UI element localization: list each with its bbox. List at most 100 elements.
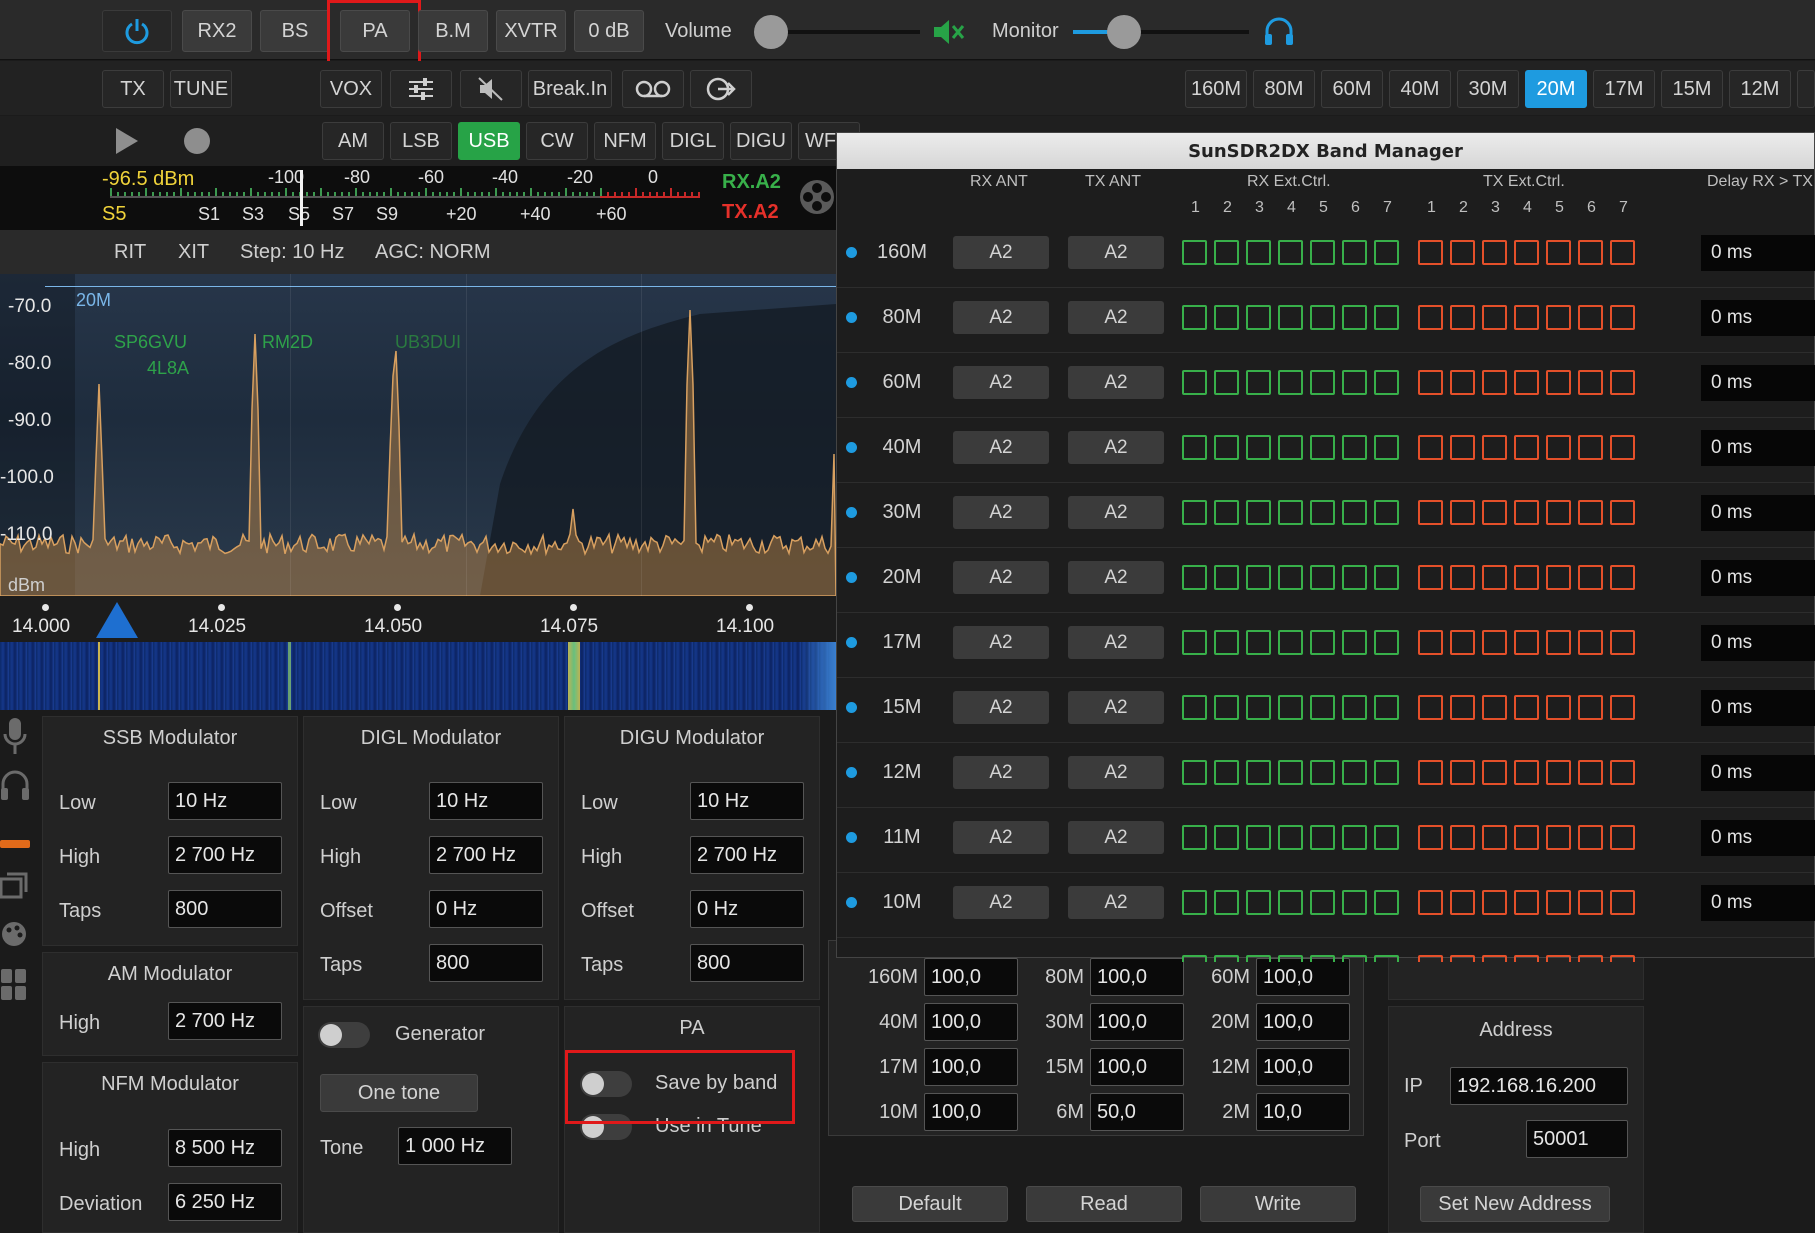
tx-ext-ctrl-checkbox[interactable]	[1514, 955, 1539, 962]
band-button-17m[interactable]: 17M	[1593, 70, 1655, 108]
set-new-address-button[interactable]: Set New Address	[1420, 1186, 1610, 1222]
nfm-deviation-input[interactable]: 6 250 Hz	[168, 1183, 282, 1221]
rx-ext-ctrl-checkbox[interactable]	[1214, 435, 1239, 460]
tx-ext-ctrl-checkbox[interactable]	[1514, 695, 1539, 720]
rx-ext-ctrl-checkbox[interactable]	[1214, 630, 1239, 655]
rx-ext-ctrl-checkbox[interactable]	[1182, 695, 1207, 720]
rx-antenna-selector[interactable]: A2	[953, 756, 1049, 789]
tx-ext-ctrl-checkbox[interactable]	[1610, 500, 1635, 525]
speaker-muted-icon[interactable]	[932, 18, 966, 46]
tx-ext-ctrl-checkbox[interactable]	[1578, 695, 1603, 720]
band-enabled-indicator[interactable]	[846, 507, 857, 518]
grid-icon[interactable]	[0, 968, 28, 1002]
tx-ext-ctrl-checkbox[interactable]	[1610, 240, 1635, 265]
power-value-input[interactable]: 10,0	[1256, 1093, 1350, 1131]
tx-ext-ctrl-checkbox[interactable]	[1610, 565, 1635, 590]
spot-rm2d[interactable]: RM2D	[262, 332, 313, 353]
delay-input[interactable]: 0 ms	[1701, 560, 1815, 596]
tx-ext-ctrl-checkbox[interactable]	[1546, 240, 1571, 265]
tx-ext-ctrl-checkbox[interactable]	[1546, 695, 1571, 720]
rx-ext-ctrl-checkbox[interactable]	[1182, 500, 1207, 525]
tx-ext-ctrl-checkbox[interactable]	[1482, 305, 1507, 330]
tx-ext-ctrl-checkbox[interactable]	[1450, 435, 1475, 460]
tx-ext-ctrl-checkbox[interactable]	[1418, 760, 1443, 785]
band-enabled-indicator[interactable]	[846, 637, 857, 648]
rx-antenna-selector[interactable]: A2	[953, 886, 1049, 919]
rx-ext-ctrl-checkbox[interactable]	[1246, 890, 1271, 915]
tx-ext-ctrl-checkbox[interactable]	[1514, 630, 1539, 655]
rx-ext-ctrl-checkbox[interactable]	[1374, 565, 1399, 590]
tx-ext-ctrl-checkbox[interactable]	[1418, 695, 1443, 720]
rx-ext-ctrl-checkbox[interactable]	[1374, 760, 1399, 785]
mute-button[interactable]	[460, 70, 522, 108]
xvtr-button[interactable]: XVTR	[496, 10, 566, 52]
rx-antenna-selector[interactable]: A2	[953, 366, 1049, 399]
digl-taps-input[interactable]: 800	[429, 944, 543, 982]
rx-ext-ctrl-checkbox[interactable]	[1214, 760, 1239, 785]
rx-ext-ctrl-checkbox[interactable]	[1374, 370, 1399, 395]
tx-ext-ctrl-checkbox[interactable]	[1610, 305, 1635, 330]
tx-ext-ctrl-checkbox[interactable]	[1514, 240, 1539, 265]
tx-ext-ctrl-checkbox[interactable]	[1482, 825, 1507, 850]
rx-antenna-selector[interactable]: A2	[953, 821, 1049, 854]
spot-4l8a[interactable]: 4L8A	[147, 358, 189, 379]
tx-ext-ctrl-checkbox[interactable]	[1546, 955, 1571, 962]
tx-ext-ctrl-checkbox[interactable]	[1578, 435, 1603, 460]
spot-ub3dui[interactable]: UB3DUI	[395, 332, 461, 353]
rx-ext-ctrl-checkbox[interactable]	[1342, 500, 1367, 525]
tx-ext-ctrl-checkbox[interactable]	[1482, 695, 1507, 720]
rx-ext-ctrl-checkbox[interactable]	[1310, 825, 1335, 850]
mode-button-lsb[interactable]: LSB	[390, 122, 452, 160]
port-input[interactable]: 50001	[1526, 1120, 1628, 1158]
band-enabled-indicator[interactable]	[846, 832, 857, 843]
tx-ext-ctrl-checkbox[interactable]	[1418, 825, 1443, 850]
tx-ext-ctrl-checkbox[interactable]	[1514, 760, 1539, 785]
rx-ext-ctrl-checkbox[interactable]	[1182, 565, 1207, 590]
rx-ext-ctrl-checkbox[interactable]	[1342, 695, 1367, 720]
rx-ext-ctrl-checkbox[interactable]	[1278, 435, 1303, 460]
digu-taps-input[interactable]: 800	[690, 944, 804, 982]
rx-ext-ctrl-checkbox[interactable]	[1310, 240, 1335, 265]
rx-ext-ctrl-checkbox[interactable]	[1310, 435, 1335, 460]
digl-high-input[interactable]: 2 700 Hz	[429, 836, 543, 874]
rx-ext-ctrl-checkbox[interactable]	[1342, 240, 1367, 265]
rx-antenna-selector[interactable]: A2	[953, 301, 1049, 334]
power-value-input[interactable]: 100,0	[1256, 1003, 1350, 1041]
active-tab-indicator[interactable]	[0, 840, 30, 848]
digu-high-input[interactable]: 2 700 Hz	[690, 836, 804, 874]
tx-ext-ctrl-checkbox[interactable]	[1450, 500, 1475, 525]
rx-ext-ctrl-checkbox[interactable]	[1342, 435, 1367, 460]
attenuator-button[interactable]: 0 dB	[574, 10, 644, 52]
tx-antenna-selector[interactable]: A2	[1068, 756, 1164, 789]
tx-ext-ctrl-checkbox[interactable]	[1514, 890, 1539, 915]
rx-ext-ctrl-checkbox[interactable]	[1342, 825, 1367, 850]
tx-antenna-selector[interactable]: A2	[1068, 236, 1164, 269]
digu-low-input[interactable]: 10 Hz	[690, 782, 804, 820]
volume-slider[interactable]	[754, 15, 920, 49]
band-button-30m[interactable]: 30M	[1457, 70, 1519, 108]
tx-ext-ctrl-checkbox[interactable]	[1546, 500, 1571, 525]
power-value-input[interactable]: 100,0	[1090, 1048, 1184, 1086]
tune-button[interactable]: TUNE	[170, 70, 232, 108]
exit-button[interactable]	[690, 70, 752, 108]
tx-ext-ctrl-checkbox[interactable]	[1610, 630, 1635, 655]
am-high-input[interactable]: 2 700 Hz	[168, 1002, 282, 1040]
rx-ext-ctrl-checkbox[interactable]	[1278, 955, 1303, 962]
rx-antenna-selector[interactable]: A2	[953, 236, 1049, 269]
rx-ext-ctrl-checkbox[interactable]	[1342, 630, 1367, 655]
rx-ext-ctrl-checkbox[interactable]	[1278, 695, 1303, 720]
band-enabled-indicator[interactable]	[846, 897, 857, 908]
tx-ext-ctrl-checkbox[interactable]	[1482, 370, 1507, 395]
rx-ext-ctrl-checkbox[interactable]	[1310, 760, 1335, 785]
rx-ext-ctrl-checkbox[interactable]	[1310, 890, 1335, 915]
ip-input[interactable]: 192.168.16.200	[1450, 1067, 1628, 1105]
band-button-60m[interactable]: 60M	[1321, 70, 1383, 108]
rx-ext-ctrl-checkbox[interactable]	[1182, 305, 1207, 330]
tx-ext-ctrl-checkbox[interactable]	[1514, 825, 1539, 850]
rx-ext-ctrl-checkbox[interactable]	[1374, 955, 1399, 962]
headphones-icon[interactable]	[1262, 14, 1296, 48]
tx-ext-ctrl-checkbox[interactable]	[1578, 955, 1603, 962]
tx-ext-ctrl-checkbox[interactable]	[1418, 500, 1443, 525]
tx-antenna-selector[interactable]: A2	[1068, 366, 1164, 399]
spot-sp6gvu[interactable]: SP6GVU	[114, 332, 187, 353]
